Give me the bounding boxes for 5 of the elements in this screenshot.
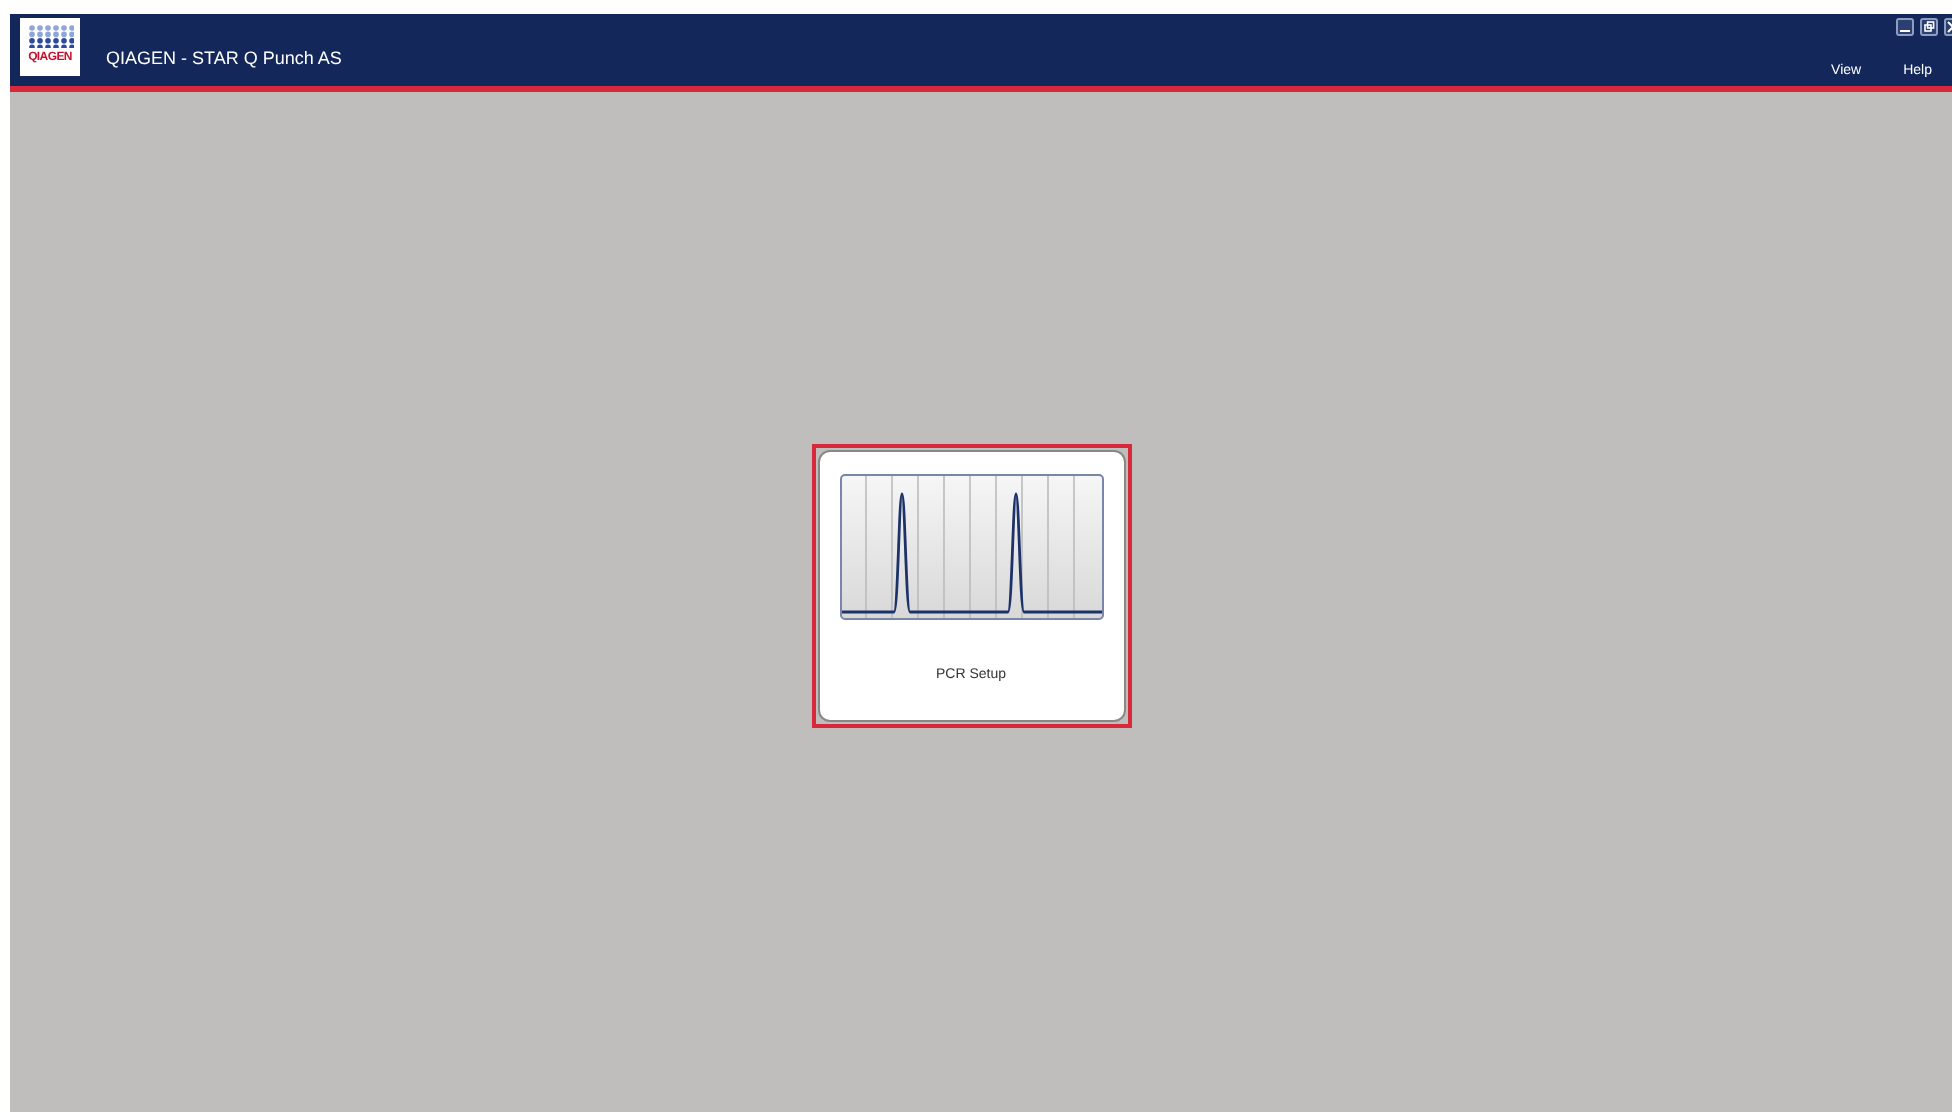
window-title: QIAGEN - STAR Q Punch AS <box>106 48 342 72</box>
minimize-icon[interactable] <box>1896 18 1914 36</box>
dot-grid-icon <box>26 22 74 48</box>
restore-icon[interactable] <box>1920 18 1938 36</box>
close-icon[interactable] <box>1944 18 1952 36</box>
